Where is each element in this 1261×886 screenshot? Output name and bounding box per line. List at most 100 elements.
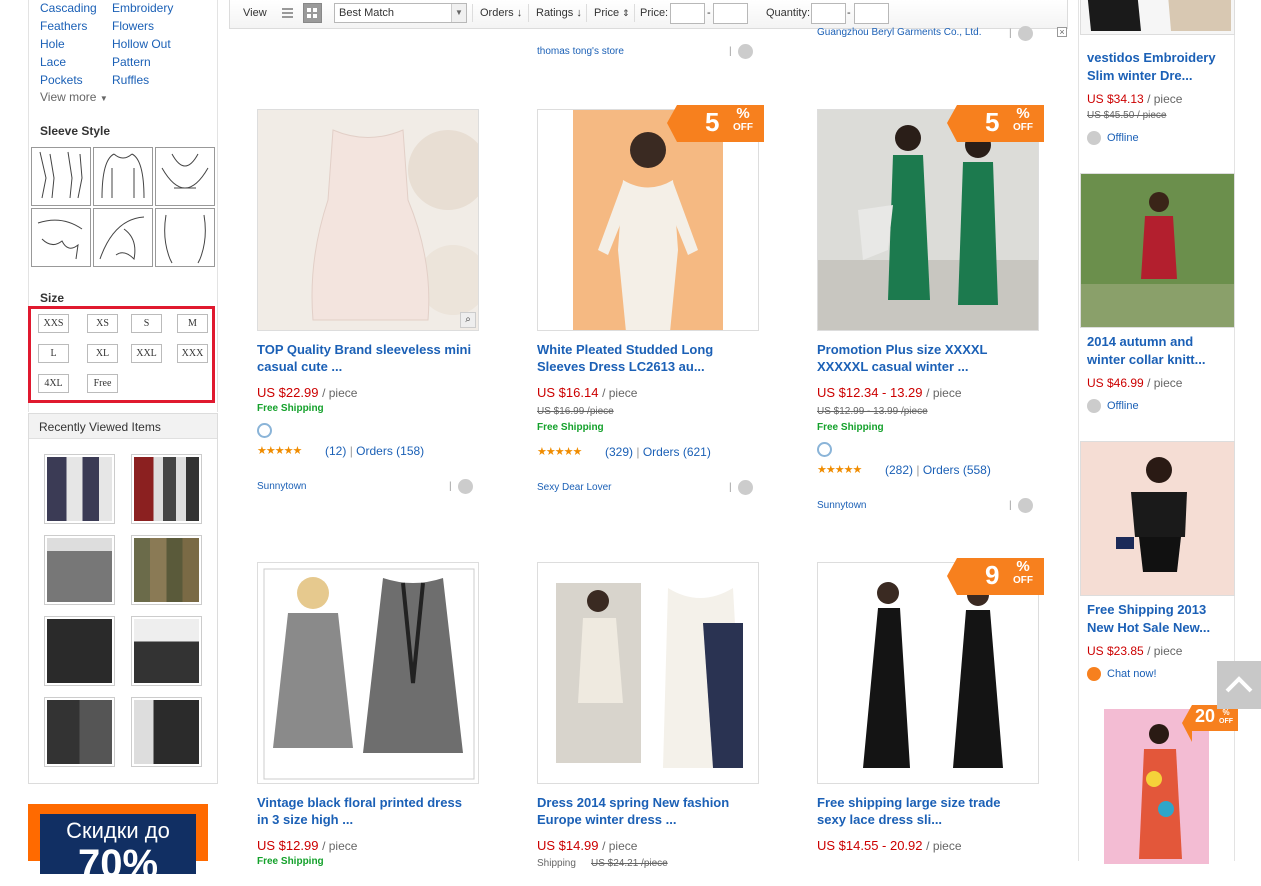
product-title[interactable]: Promotion Plus size XXXXL XXXXXL casual w…: [817, 341, 1047, 375]
product-title[interactable]: TOP Quality Brand sleeveless mini casual …: [257, 341, 487, 375]
recent-item-2[interactable]: [131, 454, 202, 524]
size-l[interactable]: L: [38, 344, 69, 363]
product-title[interactable]: Vintage black floral printed dress in 3 s…: [257, 794, 487, 828]
recommended-price: US $46.99 / piece: [1087, 376, 1183, 390]
quantity-max-input[interactable]: [854, 3, 889, 24]
zoom-icon[interactable]: ⌕: [460, 312, 476, 328]
recommended-price: US $23.85 / piece: [1087, 644, 1183, 658]
rating-info[interactable]: (282) | Orders (558): [885, 463, 991, 477]
promo-banner[interactable]: Скидки до 70%: [28, 804, 208, 884]
product-title[interactable]: Free shipping large size trade sexy lace …: [817, 794, 1047, 828]
back-to-top-button[interactable]: [1217, 661, 1261, 709]
size-4xl[interactable]: 4XL: [38, 374, 69, 393]
sleeve-option-6[interactable]: [155, 208, 215, 267]
size-free[interactable]: Free: [87, 374, 118, 393]
recent-item-3[interactable]: [44, 535, 115, 605]
product-title[interactable]: White Pleated Studded Long Sleeves Dress …: [537, 341, 767, 375]
sort-price[interactable]: Price ⇕: [594, 7, 630, 19]
size-title: Size: [40, 291, 65, 305]
product-image[interactable]: ⌕: [257, 109, 479, 331]
filter-pattern[interactable]: Pattern: [112, 55, 151, 69]
attribute-filter-list: Cascading Embroidery Feathers Flowers Ho…: [28, 0, 218, 112]
recommended-image[interactable]: [1080, 0, 1235, 35]
product-card: 5 % OFF White Pleated Studded Long Sleeves…: [537, 105, 777, 509]
filter-flowers[interactable]: Flowers: [112, 19, 154, 33]
recent-item-7[interactable]: [44, 697, 115, 767]
product-image[interactable]: [537, 109, 759, 331]
product-image[interactable]: [817, 109, 1039, 331]
recent-item-8[interactable]: [131, 697, 202, 767]
store-link[interactable]: Guangzhou Beryl Garments Co., Ltd.: [817, 27, 982, 38]
product-card: 9 % OFF Free shipping large size trade sex…: [817, 558, 1057, 861]
sleeve-option-2[interactable]: [93, 147, 153, 206]
store-contact[interactable]: |: [1009, 498, 1033, 513]
filter-embroidery[interactable]: Embroidery: [112, 1, 173, 15]
quantity-min-input[interactable]: [811, 3, 846, 24]
quantity-dash: -: [847, 7, 851, 19]
recent-item-5[interactable]: [44, 616, 115, 686]
store-link[interactable]: Sunnytown: [817, 500, 866, 511]
view-more-link[interactable]: View more ▼: [40, 90, 108, 104]
refresh-icon: [257, 423, 272, 438]
sort-select[interactable]: Best Match ▼: [334, 3, 467, 23]
recommended-image[interactable]: [1080, 441, 1235, 596]
size-m[interactable]: M: [177, 314, 208, 333]
recommended-image[interactable]: [1080, 173, 1235, 328]
sleeve-option-1[interactable]: [31, 147, 91, 206]
rating-info[interactable]: (12) | Orders (158): [325, 444, 424, 458]
store-contact[interactable]: |: [449, 479, 473, 494]
filter-pockets[interactable]: Pockets: [40, 73, 83, 87]
size-xxx[interactable]: XXX: [177, 344, 208, 363]
recommended-image[interactable]: [1104, 709, 1209, 864]
seller-status[interactable]: Offline: [1087, 131, 1139, 145]
store-link[interactable]: Sunnytown: [257, 481, 306, 492]
store-link[interactable]: Sexy Dear Lover: [537, 482, 611, 493]
dress-photo: [843, 578, 1013, 773]
sort-ratings[interactable]: Ratings ↓: [536, 7, 582, 19]
product-thumbnail: [47, 538, 112, 602]
recent-item-6[interactable]: [131, 616, 202, 686]
size-xxs[interactable]: XXS: [38, 314, 69, 333]
store-contact[interactable]: |: [729, 44, 753, 59]
product-price: US $22.99 / piece: [257, 385, 358, 400]
product-image[interactable]: [537, 562, 759, 784]
close-icon[interactable]: ×: [1057, 27, 1067, 37]
sleeve-option-5[interactable]: [93, 208, 153, 267]
sleeve-option-3[interactable]: [155, 147, 215, 206]
recent-item-1[interactable]: [44, 454, 115, 524]
recommended-title[interactable]: vestidos Embroidery Slim winter Dre...: [1087, 49, 1232, 85]
sort-orders[interactable]: Orders ↓: [480, 7, 522, 19]
chat-now-link[interactable]: Chat now!: [1087, 667, 1157, 681]
size-xs[interactable]: XS: [87, 314, 118, 333]
price-min-input[interactable]: [670, 3, 705, 24]
filter-hollow-out[interactable]: Hollow Out: [112, 37, 171, 51]
filter-cascading[interactable]: Cascading: [40, 1, 97, 15]
grid-view-icon[interactable]: [303, 3, 322, 23]
product-image[interactable]: [817, 562, 1039, 784]
size-xl[interactable]: XL: [87, 344, 118, 363]
free-shipping-label: Free Shipping: [537, 422, 604, 433]
recommended-title[interactable]: 2014 autumn and winter collar knitt...: [1087, 333, 1232, 369]
sleeve-lantern-icon: [164, 214, 206, 264]
filter-feathers[interactable]: Feathers: [40, 19, 87, 33]
chevron-up-icon: [1225, 676, 1253, 693]
product-image[interactable]: [257, 562, 479, 784]
recommended-title[interactable]: Free Shipping 2013 New Hot Sale New...: [1087, 601, 1232, 637]
dress-photo: [556, 583, 743, 768]
recent-item-4[interactable]: [131, 535, 202, 605]
price-max-input[interactable]: [713, 3, 748, 24]
store-contact[interactable]: |: [1009, 26, 1033, 41]
sleeve-option-4[interactable]: [31, 208, 91, 267]
seller-status[interactable]: Offline: [1087, 399, 1139, 413]
list-view-icon[interactable]: [278, 3, 297, 23]
filter-ruffles[interactable]: Ruffles: [112, 73, 149, 87]
filter-lace[interactable]: Lace: [40, 55, 66, 69]
filter-hole[interactable]: Hole: [40, 37, 65, 51]
rating-info[interactable]: (329) | Orders (621): [605, 445, 711, 459]
product-title[interactable]: Dress 2014 spring New fashion Europe wint…: [537, 794, 767, 828]
size-s[interactable]: S: [131, 314, 162, 333]
store-link[interactable]: thomas tong's store: [537, 46, 624, 57]
size-xxl[interactable]: XXL: [131, 344, 162, 363]
rating-stars: ★★★★★: [817, 464, 862, 476]
store-contact[interactable]: |: [729, 480, 753, 495]
